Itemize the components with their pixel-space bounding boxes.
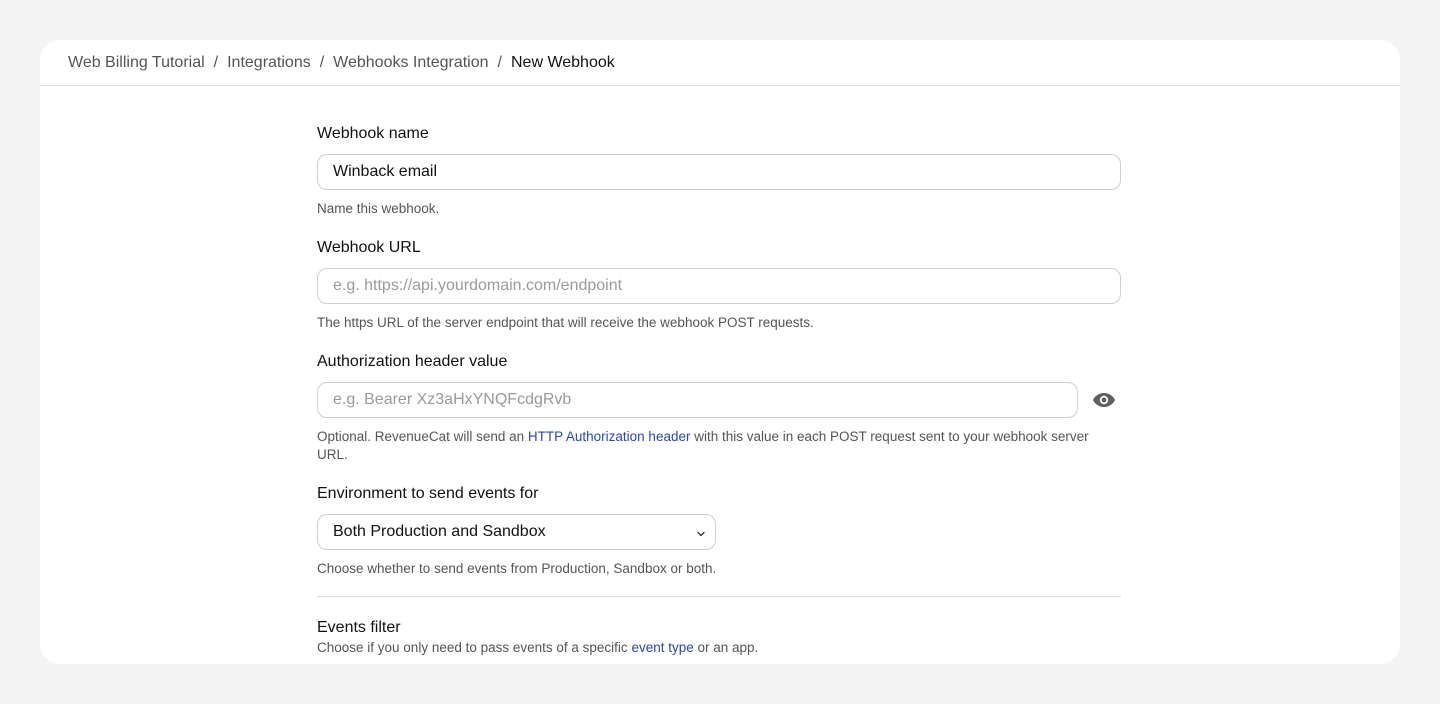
auth-header-row bbox=[317, 382, 1121, 418]
breadcrumb-webhooks-integration[interactable]: Webhooks Integration bbox=[333, 54, 488, 72]
events-filter-section: Events filter Choose if you only need to… bbox=[317, 618, 1121, 657]
events-filter-help: Choose if you only need to pass events o… bbox=[317, 639, 1121, 657]
http-authorization-header-link[interactable]: HTTP Authorization header bbox=[528, 429, 691, 444]
breadcrumb-separator: / bbox=[319, 53, 325, 71]
breadcrumb-separator: / bbox=[213, 53, 219, 71]
environment-help: Choose whether to send events from Produ… bbox=[317, 561, 717, 576]
chevron-down-icon bbox=[696, 526, 706, 544]
events-filter-help-prefix: Choose if you only need to pass events o… bbox=[317, 640, 632, 655]
auth-header-help: Optional. RevenueCat will send an HTTP A… bbox=[317, 428, 1121, 464]
auth-header-field: Authorization header value Optional. Rev… bbox=[317, 352, 1121, 464]
events-filter-help-suffix: or an app. bbox=[693, 640, 759, 655]
webhook-url-field: Webhook URL The https URL of the server … bbox=[317, 238, 1121, 332]
breadcrumb-current-page: New Webhook bbox=[510, 53, 615, 71]
section-divider bbox=[317, 596, 1121, 597]
webhook-name-field: Webhook name Name this webhook. bbox=[317, 124, 1121, 218]
webhook-name-input[interactable] bbox=[317, 154, 1121, 190]
environment-select[interactable]: Both Production and Sandbox bbox=[317, 514, 716, 550]
environment-field: Environment to send events for Both Prod… bbox=[317, 484, 1121, 578]
event-type-link[interactable]: event type bbox=[631, 640, 693, 655]
breadcrumb-integrations[interactable]: Integrations bbox=[227, 54, 311, 72]
webhook-form: Webhook name Name this webhook. Webhook … bbox=[317, 124, 1121, 657]
webhook-url-input[interactable] bbox=[317, 268, 1121, 304]
environment-label: Environment to send events for bbox=[317, 485, 539, 502]
environment-select-wrapper: Both Production and Sandbox bbox=[317, 514, 716, 550]
auth-header-input[interactable] bbox=[317, 382, 1078, 418]
breadcrumb: Web Billing Tutorial / Integrations / We… bbox=[40, 40, 1400, 86]
auth-header-help-prefix: Optional. RevenueCat will send an bbox=[317, 429, 528, 444]
environment-selected-value: Both Production and Sandbox bbox=[333, 523, 546, 540]
webhook-url-help: The https URL of the server endpoint tha… bbox=[317, 315, 814, 330]
breadcrumb-separator: / bbox=[497, 53, 502, 71]
auth-header-label: Authorization header value bbox=[317, 353, 508, 370]
main-card: Web Billing Tutorial / Integrations / We… bbox=[40, 40, 1400, 664]
breadcrumb-web-billing-tutorial[interactable]: Web Billing Tutorial bbox=[68, 54, 205, 72]
webhook-name-label: Webhook name bbox=[317, 125, 429, 142]
eye-icon[interactable] bbox=[1090, 386, 1118, 414]
webhook-name-help: Name this webhook. bbox=[317, 201, 440, 216]
events-filter-title: Events filter bbox=[317, 619, 401, 636]
webhook-url-label: Webhook URL bbox=[317, 239, 421, 256]
